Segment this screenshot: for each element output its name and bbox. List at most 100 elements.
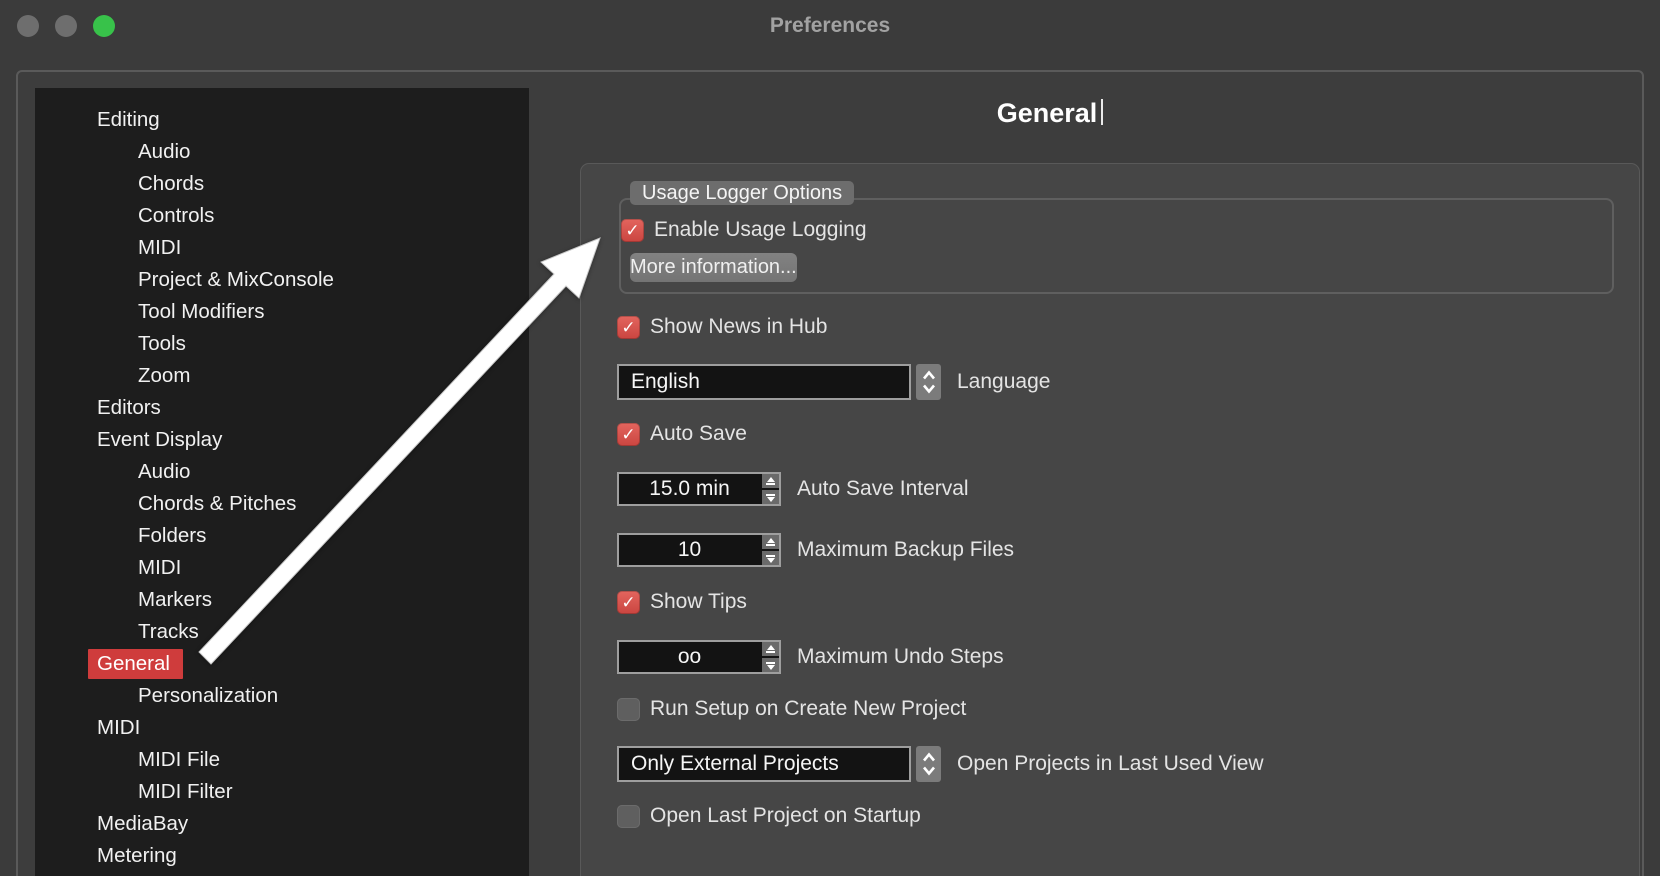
dropdown-stepper[interactable] (916, 746, 941, 782)
up-down-chevrons-icon (921, 750, 937, 778)
run-setup-on-create-new-project-checkbox[interactable] (617, 698, 640, 721)
sidebar-item-mediabay[interactable]: MediaBay (35, 808, 529, 840)
sidebar-item-label: Event Display (97, 428, 222, 451)
sidebar-item-metering[interactable]: Metering (35, 840, 529, 872)
open-projects-in-last-used-view-dropdown[interactable]: Only External Projects (617, 746, 911, 782)
sidebar-item-label: Controls (138, 204, 214, 227)
checkbox-label: Enable Usage Logging (654, 218, 867, 242)
sidebar-item-chords[interactable]: Chords (35, 168, 529, 200)
spinner-stepper (760, 535, 779, 565)
sidebar-item-controls[interactable]: Controls (35, 200, 529, 232)
field-label: Auto Save Interval (797, 477, 969, 501)
maximum-backup-files-input[interactable]: 10 (617, 533, 781, 567)
triangle-up-icon (767, 645, 775, 650)
sidebar-item-label: MIDI (138, 556, 181, 579)
checkbox-label: Open Last Project on Startup (650, 804, 921, 828)
page-title-text: General (997, 98, 1098, 128)
check-icon: ✓ (617, 316, 640, 339)
settings-rows: ✓Show News in HubEnglishLanguage✓Auto Sa… (617, 315, 1639, 828)
spinner-up-button[interactable] (762, 474, 779, 490)
spinner-up-button[interactable] (762, 642, 779, 658)
field-label: Maximum Backup Files (797, 538, 1014, 562)
sidebar-item-label: Tracks (138, 620, 199, 643)
triangle-bar (766, 651, 775, 653)
checkbox-label: Show News in Hub (650, 315, 827, 339)
sidebar-item-label: Metering (97, 844, 177, 867)
show-tips-checkbox[interactable]: ✓ (617, 591, 640, 614)
sidebar-item-midi-file[interactable]: MIDI File (35, 744, 529, 776)
auto-save-interval-input[interactable]: 15.0 min (617, 472, 781, 506)
sidebar-item-label: MIDI (138, 236, 181, 259)
usage-logger-group-box: ✓ Enable Usage Logging More information.… (619, 198, 1614, 294)
auto-save-row: ✓ Auto Save (617, 422, 1639, 446)
sidebar-item-midi-filter[interactable]: MIDI Filter (35, 776, 529, 808)
sidebar-item-editors[interactable]: Editors (35, 392, 529, 424)
sidebar-item-midi[interactable]: MIDI (35, 712, 529, 744)
show-news-in-hub-checkbox[interactable]: ✓ (617, 316, 640, 339)
sidebar-item-label: MIDI Filter (138, 780, 233, 803)
sidebar-item-label: MIDI File (138, 748, 220, 771)
settings-panel: Usage Logger Options ✓ Enable Usage Logg… (580, 163, 1640, 876)
usage-logger-group: Usage Logger Options ✓ Enable Usage Logg… (619, 181, 1614, 294)
auto-save-checkbox[interactable]: ✓ (617, 423, 640, 446)
triangle-down-icon (767, 497, 775, 502)
maximum-undo-steps-row: oo Maximum Undo Steps (617, 639, 1639, 675)
sidebar-item-tracks[interactable]: Tracks (35, 616, 529, 648)
triangle-bar (766, 494, 775, 496)
more-information-button[interactable]: More information... (630, 253, 797, 282)
enable-usage-logging-row: ✓ Enable Usage Logging (621, 218, 1599, 242)
sidebar-item-event-display[interactable]: Event Display (35, 424, 529, 456)
dropdown-stepper[interactable] (916, 364, 941, 400)
triangle-bar (766, 662, 775, 664)
maximum-backup-files-row: 10 Maximum Backup Files (617, 532, 1639, 568)
open-last-project-on-startup-checkbox[interactable] (617, 805, 640, 828)
spinner-value: 10 (619, 535, 760, 565)
spinner-down-button[interactable] (762, 490, 779, 504)
sidebar-item-label: Chords (138, 172, 204, 195)
sidebar-item-label: Project & MixConsole (138, 268, 334, 291)
maximum-undo-steps-input[interactable]: oo (617, 640, 781, 674)
sidebar-item-editing[interactable]: Editing (35, 104, 529, 136)
sidebar-item-label: Audio (138, 460, 190, 483)
triangle-up-icon (767, 477, 775, 482)
sidebar-item-tools[interactable]: Tools (35, 328, 529, 360)
sidebar-item-label: Personalization (138, 684, 278, 707)
spinner-down-button[interactable] (762, 658, 779, 672)
open-last-project-on-startup-row: Open Last Project on Startup (617, 804, 1639, 828)
triangle-bar (766, 555, 775, 557)
window-content-frame: Editing Audio Chords Controls MIDI Project & … (16, 70, 1644, 876)
sidebar-item-audio[interactable]: Audio (35, 136, 529, 168)
sidebar-item-label: MIDI (97, 716, 140, 739)
enable-usage-logging-checkbox[interactable]: ✓ (621, 219, 644, 242)
spinner-up-button[interactable] (762, 535, 779, 551)
sidebar-item-project-mixconsole[interactable]: Project & MixConsole (35, 264, 529, 296)
field-label: Maximum Undo Steps (797, 645, 1004, 669)
spinner-down-button[interactable] (762, 551, 779, 565)
checkbox-label: Auto Save (650, 422, 747, 446)
check-icon: ✓ (617, 591, 640, 614)
field-label: Open Projects in Last Used View (957, 752, 1264, 776)
sidebar-item-label: Markers (138, 588, 212, 611)
triangle-up-icon (767, 538, 775, 543)
sidebar-item-personalization[interactable]: Personalization (35, 680, 529, 712)
sidebar-item-chords-pitches[interactable]: Chords & Pitches (35, 488, 529, 520)
sidebar-item-midi[interactable]: MIDI (35, 552, 529, 584)
sidebar: Editing Audio Chords Controls MIDI Project & … (35, 88, 529, 876)
sidebar-item-zoom[interactable]: Zoom (35, 360, 529, 392)
sidebar-item-label: Tool Modifiers (138, 300, 264, 323)
sidebar-item-midi[interactable]: MIDI (35, 232, 529, 264)
open-projects-in-last-used-view-row: Only External Projects Open Projects in L… (617, 746, 1639, 782)
triangle-down-icon (767, 665, 775, 670)
spinner-value: oo (619, 642, 760, 672)
sidebar-item-general[interactable]: General (35, 648, 529, 680)
sidebar-item-label: Audio (138, 140, 190, 163)
sidebar-item-audio[interactable]: Audio (35, 456, 529, 488)
sidebar-item-markers[interactable]: Markers (35, 584, 529, 616)
checkbox-label: Show Tips (650, 590, 747, 614)
sidebar-item-tool-modifiers[interactable]: Tool Modifiers (35, 296, 529, 328)
usage-logger-group-label: Usage Logger Options (630, 181, 854, 205)
spinner-stepper (760, 642, 779, 672)
show-tips-row: ✓ Show Tips (617, 590, 1639, 614)
language-dropdown[interactable]: English (617, 364, 911, 400)
sidebar-item-folders[interactable]: Folders (35, 520, 529, 552)
